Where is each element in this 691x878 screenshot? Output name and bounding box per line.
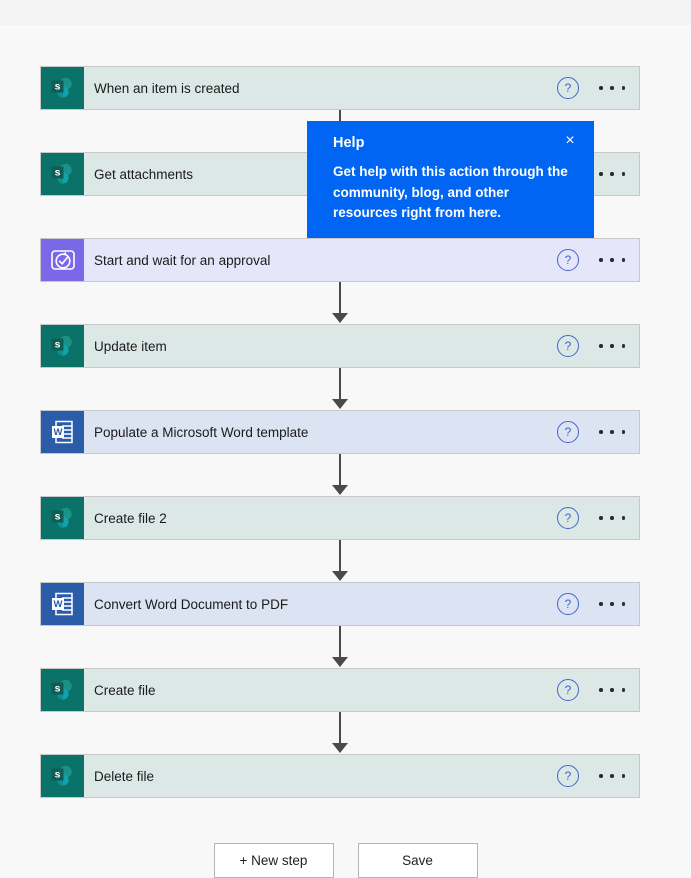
svg-text:s: s [54,80,60,92]
flow-step-card[interactable]: s Create file? [40,668,640,712]
flow-step-label: Start and wait for an approval [94,252,271,268]
flow-connector-line [339,626,341,658]
flow-step-card[interactable]: W Convert Word Document to PDF? [40,582,640,626]
flow-connector-line [339,540,341,572]
top-chrome-strip [0,0,691,25]
flow-connector-line [339,368,341,400]
flow-step-card[interactable]: s Create file 2? [40,496,640,540]
flow-connector-arrow [332,743,348,753]
flow-step-card[interactable]: s Delete file? [40,754,640,798]
flow-step-label: Convert Word Document to PDF [94,596,289,612]
sharepoint-icon: s [41,497,84,539]
word-icon: W [41,411,84,453]
svg-text:W: W [53,427,62,438]
more-options-icon[interactable] [599,77,625,99]
flow-step-actions: ? [557,593,631,615]
flow-step-actions: ? [557,679,631,701]
flow-step-card[interactable]: W Populate a Microsoft Word template? [40,410,640,454]
flow-connector-arrow [332,571,348,581]
flow-step-label: Populate a Microsoft Word template [94,424,309,440]
flow-step-actions: ? [557,335,631,357]
sharepoint-icon: s [41,153,84,195]
flow-step-actions: ? [557,507,631,529]
flow-step-label: Update item [94,338,167,354]
approval-icon [41,239,84,281]
word-icon: W [41,583,84,625]
help-icon[interactable]: ? [557,679,579,701]
flow-connector-arrow [332,657,348,667]
flow-step-label: When an item is created [94,80,240,96]
flow-designer-canvas: s When an item is created? s Get attachment… [0,25,691,878]
more-options-icon[interactable] [599,679,625,701]
save-button[interactable]: Save [357,843,478,878]
flow-step-actions: ? [557,77,631,99]
help-callout-body: Get help with this action through the co… [333,164,568,221]
sharepoint-icon: s [41,755,84,797]
help-icon[interactable]: ? [557,77,579,99]
svg-text:s: s [54,338,60,350]
flow-connector-arrow [332,399,348,409]
more-options-icon[interactable] [599,335,625,357]
help-icon[interactable]: ? [557,765,579,787]
svg-text:s: s [54,510,60,522]
sharepoint-icon: s [41,67,84,109]
flow-connector-arrow [332,313,348,323]
flow-step-label: Create file [94,682,156,698]
footer-actions: + New step Save [0,843,691,878]
help-callout: × Help Get help with this action through… [307,121,594,238]
flow-step-actions: ? [557,249,631,271]
sharepoint-icon: s [41,325,84,367]
flow-step-card[interactable]: s Update item? [40,324,640,368]
help-icon[interactable]: ? [557,335,579,357]
more-options-icon[interactable] [599,507,625,529]
help-icon[interactable]: ? [557,593,579,615]
flow-step-actions: ? [557,421,631,443]
help-callout-title: Help [333,135,365,151]
flow-connector-line [339,282,341,314]
close-icon[interactable]: × [560,131,580,151]
help-icon[interactable]: ? [557,421,579,443]
more-options-icon[interactable] [599,421,625,443]
flow-connector-line [339,712,341,744]
more-options-icon[interactable] [599,593,625,615]
sharepoint-icon: s [41,669,84,711]
flow-step-card[interactable]: Start and wait for an approval? [40,238,640,282]
more-options-icon[interactable] [599,765,625,787]
flow-step-label: Delete file [94,768,155,784]
flow-step-actions: ? [557,765,631,787]
flow-step-label: Create file 2 [94,510,167,526]
more-options-icon[interactable] [599,163,625,185]
flow-connector-line [339,454,341,486]
new-step-button[interactable]: + New step [213,843,334,878]
svg-text:s: s [54,166,60,178]
flow-connector-arrow [332,485,348,495]
svg-text:s: s [54,768,60,780]
more-options-icon[interactable] [599,249,625,271]
svg-text:s: s [54,682,60,694]
flow-step-card[interactable]: s When an item is created? [40,66,640,110]
svg-text:W: W [53,599,62,610]
help-icon[interactable]: ? [557,249,579,271]
help-icon[interactable]: ? [557,507,579,529]
